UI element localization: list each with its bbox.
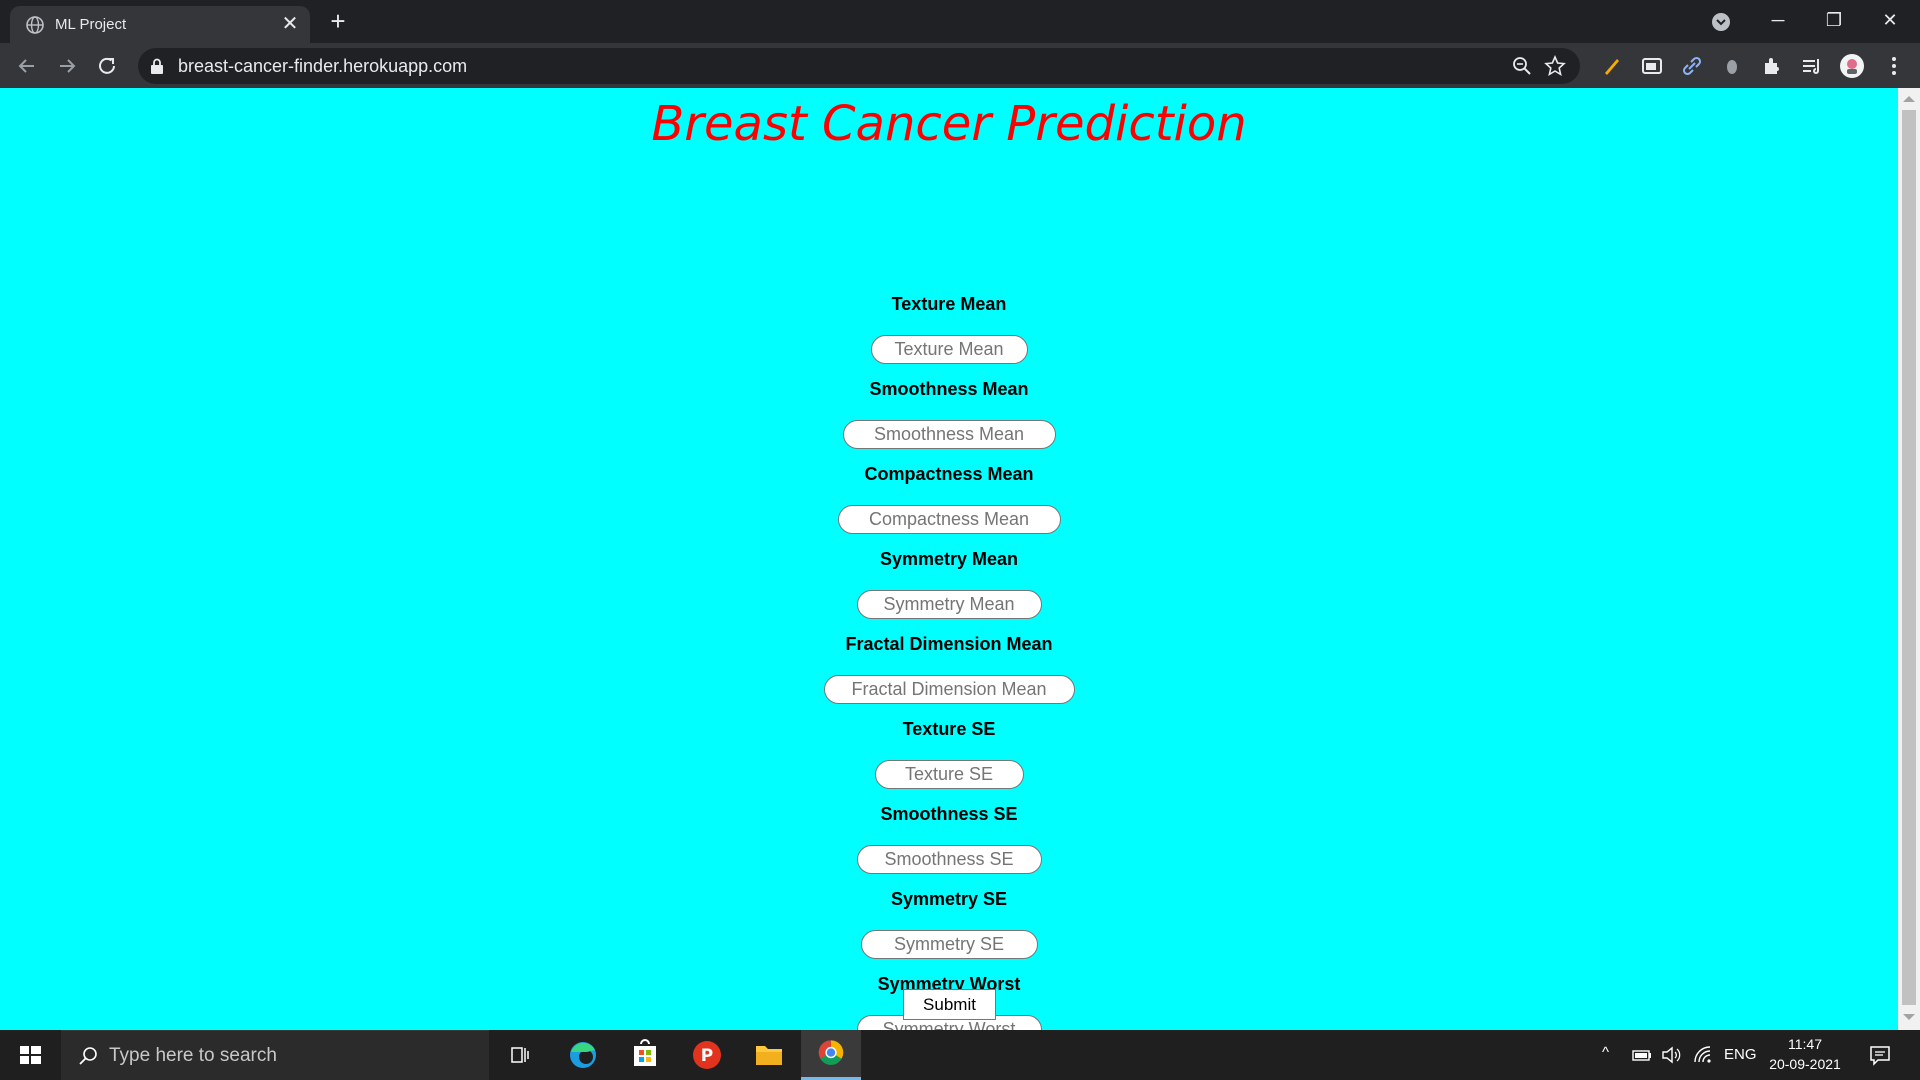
field-symmetry-se: Symmetry SE xyxy=(0,887,1898,959)
task-view-icon[interactable] xyxy=(490,1030,550,1080)
restore-icon[interactable]: ❐ xyxy=(1822,8,1846,32)
scroll-down-arrow-icon[interactable] xyxy=(1903,1014,1915,1020)
system-clock[interactable]: 11:47 20-09-2021 xyxy=(1762,1034,1848,1074)
field-compactness-mean: Compactness Mean xyxy=(0,462,1898,534)
field-label: Texture SE xyxy=(902,719,996,739)
address-bar[interactable]: breast-cancer-finder.herokuapp.com xyxy=(138,48,1580,84)
bookmark-star-icon[interactable] xyxy=(1544,55,1566,77)
wifi-icon[interactable] xyxy=(1692,1044,1714,1066)
chevron-up-icon[interactable]: ^ xyxy=(1602,1044,1609,1066)
volume-icon[interactable] xyxy=(1660,1044,1682,1066)
fractal-dimension-mean-input[interactable] xyxy=(823,675,1075,704)
battery-icon[interactable] xyxy=(1631,1044,1653,1066)
chrome-browser-icon[interactable] xyxy=(801,1030,861,1080)
symmetry-se-input[interactable] xyxy=(860,930,1038,959)
smoothness-mean-input[interactable] xyxy=(842,420,1056,449)
symmetry-mean-input[interactable] xyxy=(856,590,1042,619)
clock-time: 11:47 xyxy=(1788,1036,1822,1052)
windows-start-icon[interactable] xyxy=(0,1030,60,1080)
window-extension-icon[interactable] xyxy=(1640,54,1664,78)
reload-icon[interactable] xyxy=(94,53,120,79)
smoothness-se-input[interactable] xyxy=(856,845,1042,874)
profile-avatar[interactable] xyxy=(1840,54,1864,78)
windows-taskbar: Type here to search P ^ ENG 11:47 20-09-… xyxy=(0,1030,1920,1080)
back-icon[interactable] xyxy=(14,53,40,79)
pen-extension-icon[interactable] xyxy=(1600,54,1624,78)
close-tab-icon[interactable]: ✕ xyxy=(280,14,300,34)
microsoft-store-icon[interactable] xyxy=(615,1030,675,1080)
scrollbar-thumb[interactable] xyxy=(1902,110,1916,1005)
lock-icon[interactable] xyxy=(150,58,164,74)
field-texture-se: Texture SE xyxy=(0,717,1898,789)
page-content: Breast Cancer Prediction Texture Mean Sm… xyxy=(0,88,1898,1030)
texture-mean-input[interactable] xyxy=(870,335,1028,364)
search-icon xyxy=(79,1047,97,1065)
minimize-icon[interactable]: ─ xyxy=(1766,8,1790,32)
globe-icon xyxy=(26,16,44,34)
file-explorer-icon[interactable] xyxy=(739,1030,799,1080)
field-texture-mean: Texture Mean xyxy=(0,292,1898,364)
browser-toolbar: breast-cancer-finder.herokuapp.com xyxy=(0,43,1920,88)
close-window-icon[interactable]: ✕ xyxy=(1878,8,1902,32)
clock-date: 20-09-2021 xyxy=(1769,1056,1841,1072)
field-label: Fractal Dimension Mean xyxy=(845,634,1053,654)
browser-menu-icon[interactable] xyxy=(1882,54,1906,78)
tab-strip: ML Project ✕ + ─ ❐ ✕ xyxy=(0,0,1920,43)
compactness-mean-input[interactable] xyxy=(837,505,1061,534)
media-control-icon[interactable] xyxy=(1800,54,1824,78)
field-label: Symmetry Mean xyxy=(879,549,1019,569)
taskbar-search-box[interactable]: Type here to search xyxy=(61,1030,489,1080)
edge-browser-icon[interactable] xyxy=(553,1030,613,1080)
page-title: Breast Cancer Prediction xyxy=(651,96,1247,152)
ghost-extension-icon[interactable] xyxy=(1720,54,1744,78)
field-label: Texture Mean xyxy=(891,294,1007,314)
zoom-icon[interactable] xyxy=(1512,56,1532,76)
new-tab-button[interactable]: + xyxy=(325,8,351,35)
url-text: breast-cancer-finder.herokuapp.com xyxy=(178,56,468,76)
tab-title: ML Project xyxy=(55,16,127,33)
field-label: Compactness Mean xyxy=(864,464,1034,484)
notification-center-icon[interactable] xyxy=(1868,1043,1892,1067)
forward-icon[interactable] xyxy=(54,53,80,79)
browser-tab[interactable]: ML Project ✕ xyxy=(10,6,310,43)
tab-search-icon[interactable] xyxy=(1710,11,1732,33)
page-scrollbar[interactable] xyxy=(1898,88,1920,1030)
field-label: Smoothness SE xyxy=(880,804,1018,824)
field-smoothness-mean: Smoothness Mean xyxy=(0,377,1898,449)
psiphon-app-icon[interactable]: P xyxy=(677,1030,737,1080)
taskbar-search-placeholder: Type here to search xyxy=(109,1045,277,1066)
language-indicator[interactable]: ENG xyxy=(1724,1046,1757,1068)
link-extension-icon[interactable] xyxy=(1680,54,1704,78)
scroll-up-arrow-icon[interactable] xyxy=(1903,96,1915,102)
puzzle-extensions-icon[interactable] xyxy=(1760,54,1784,78)
field-symmetry-mean: Symmetry Mean xyxy=(0,547,1898,619)
field-label: Symmetry SE xyxy=(890,889,1008,909)
field-fractal-dimension-mean: Fractal Dimension Mean xyxy=(0,632,1898,704)
field-label: Smoothness Mean xyxy=(869,379,1029,399)
svg-text:P: P xyxy=(701,1046,713,1066)
submit-button[interactable]: Submit xyxy=(903,989,996,1020)
texture-se-input[interactable] xyxy=(874,760,1024,789)
field-smoothness-se: Smoothness SE xyxy=(0,802,1898,874)
